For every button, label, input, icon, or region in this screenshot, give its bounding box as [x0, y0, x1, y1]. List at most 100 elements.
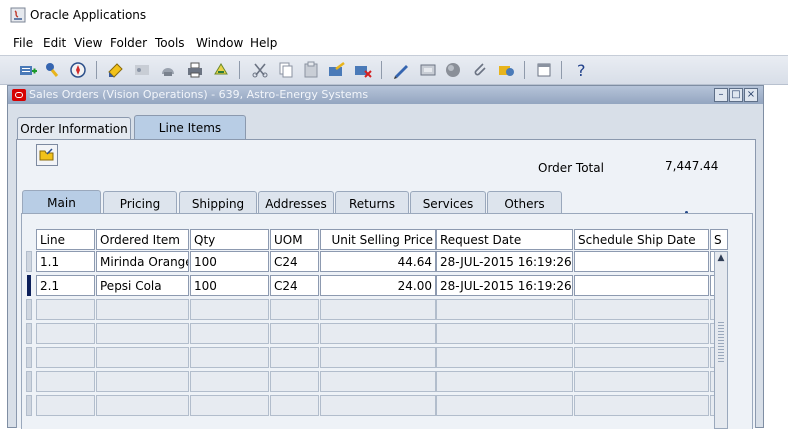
- cell-line[interactable]: 2.1: [36, 275, 95, 296]
- subtab-others[interactable]: Others: [487, 191, 562, 214]
- empty-cell[interactable]: [436, 347, 573, 368]
- maximize-icon[interactable]: □: [729, 88, 743, 102]
- folder-button[interactable]: [36, 144, 58, 166]
- cell-request-date[interactable]: 28-JUL-2015 16:19:26: [436, 251, 573, 272]
- new-icon[interactable]: [18, 60, 38, 80]
- row-indicator[interactable]: [26, 395, 32, 416]
- empty-cell[interactable]: [320, 323, 436, 344]
- menu-view[interactable]: View: [74, 36, 102, 50]
- subtab-returns[interactable]: Returns: [335, 191, 409, 214]
- empty-cell[interactable]: [36, 395, 95, 416]
- empty-cell[interactable]: [574, 299, 709, 320]
- attachments-icon[interactable]: [470, 60, 490, 80]
- current-row-indicator[interactable]: [27, 275, 31, 296]
- empty-cell[interactable]: [574, 395, 709, 416]
- column-header-qty: Qty: [190, 229, 269, 250]
- switch-responsibility-icon[interactable]: [158, 60, 178, 80]
- scroll-up-arrow-icon[interactable]: ▲: [715, 252, 727, 264]
- row-indicator[interactable]: [26, 251, 32, 272]
- save-icon[interactable]: [106, 60, 126, 80]
- new-record-icon[interactable]: [327, 60, 347, 80]
- empty-cell[interactable]: [574, 371, 709, 392]
- empty-cell[interactable]: [574, 323, 709, 344]
- subtab-addresses[interactable]: Addresses: [258, 191, 334, 214]
- cell-request-date[interactable]: 28-JUL-2015 16:19:26: [436, 275, 573, 296]
- empty-cell[interactable]: [190, 323, 269, 344]
- cell-schedule-ship-date[interactable]: [574, 275, 709, 296]
- row-indicator[interactable]: [26, 371, 32, 392]
- cell-uom[interactable]: C24: [270, 251, 319, 272]
- cell-schedule-ship-date[interactable]: [574, 251, 709, 272]
- menu-window[interactable]: Window: [196, 36, 243, 50]
- empty-cell[interactable]: [436, 371, 573, 392]
- empty-cell[interactable]: [320, 371, 436, 392]
- folder-tools-icon[interactable]: [496, 60, 516, 80]
- empty-cell[interactable]: [270, 299, 319, 320]
- empty-cell[interactable]: [270, 371, 319, 392]
- window-icon[interactable]: [534, 60, 554, 80]
- cell-qty[interactable]: 100: [190, 275, 269, 296]
- empty-cell[interactable]: [36, 347, 95, 368]
- subtab-services[interactable]: Services: [410, 191, 486, 214]
- empty-cell[interactable]: [436, 323, 573, 344]
- menu-file[interactable]: File: [13, 36, 33, 50]
- empty-cell[interactable]: [96, 323, 189, 344]
- menu-tools[interactable]: Tools: [155, 36, 185, 50]
- empty-cell[interactable]: [270, 395, 319, 416]
- empty-cell[interactable]: [36, 371, 95, 392]
- empty-cell[interactable]: [190, 395, 269, 416]
- close-icon[interactable]: ×: [744, 88, 758, 102]
- empty-cell[interactable]: [96, 371, 189, 392]
- paste-icon[interactable]: [301, 60, 321, 80]
- row-indicator[interactable]: [26, 323, 32, 344]
- menu-edit[interactable]: Edit: [43, 36, 66, 50]
- cut-icon[interactable]: [250, 60, 270, 80]
- tab-order-information[interactable]: Order Information: [17, 117, 131, 140]
- tab-line-items[interactable]: Line Items: [134, 115, 246, 141]
- empty-cell[interactable]: [96, 395, 189, 416]
- empty-cell[interactable]: [36, 323, 95, 344]
- cell-line[interactable]: 1.1: [36, 251, 95, 272]
- subtab-shipping[interactable]: Shipping: [179, 191, 257, 214]
- edit-field-icon[interactable]: [392, 60, 412, 80]
- close-form-icon[interactable]: [211, 60, 231, 80]
- menu-help[interactable]: Help: [250, 36, 277, 50]
- row-indicator[interactable]: [26, 299, 32, 320]
- empty-cell[interactable]: [190, 371, 269, 392]
- cell-qty[interactable]: 100: [190, 251, 269, 272]
- scroll-grip[interactable]: [718, 322, 724, 362]
- print-icon[interactable]: [185, 60, 205, 80]
- navigator-icon[interactable]: [68, 60, 88, 80]
- empty-cell[interactable]: [190, 299, 269, 320]
- empty-cell[interactable]: [270, 347, 319, 368]
- copy-icon[interactable]: [276, 60, 296, 80]
- empty-cell[interactable]: [96, 299, 189, 320]
- delete-record-icon[interactable]: [353, 60, 373, 80]
- empty-cell[interactable]: [436, 395, 573, 416]
- empty-cell[interactable]: [190, 347, 269, 368]
- cell-unit-selling-price[interactable]: 24.00: [320, 275, 436, 296]
- next-step-icon[interactable]: [132, 60, 152, 80]
- cell-uom[interactable]: C24: [270, 275, 319, 296]
- empty-cell[interactable]: [320, 395, 436, 416]
- subtab-pricing[interactable]: Pricing: [103, 191, 177, 214]
- translations-icon[interactable]: [443, 60, 463, 80]
- help-icon[interactable]: ?: [572, 60, 592, 80]
- empty-cell[interactable]: [320, 347, 436, 368]
- empty-cell[interactable]: [270, 323, 319, 344]
- minimize-icon[interactable]: –: [714, 88, 728, 102]
- cell-ordered-item[interactable]: Mirinda Orange: [96, 251, 189, 272]
- empty-cell[interactable]: [574, 347, 709, 368]
- empty-cell[interactable]: [36, 299, 95, 320]
- empty-cell[interactable]: [320, 299, 436, 320]
- cell-ordered-item[interactable]: Pepsi Cola: [96, 275, 189, 296]
- menu-folder[interactable]: Folder: [110, 36, 147, 50]
- empty-cell[interactable]: [96, 347, 189, 368]
- find-icon[interactable]: [42, 60, 62, 80]
- cell-unit-selling-price[interactable]: 44.64: [320, 251, 436, 272]
- empty-cell[interactable]: [436, 299, 573, 320]
- subtab-main[interactable]: Main: [22, 190, 101, 214]
- row-indicator[interactable]: [26, 347, 32, 368]
- zoom-icon[interactable]: [418, 60, 438, 80]
- vertical-scrollbar[interactable]: ▲: [714, 251, 728, 429]
